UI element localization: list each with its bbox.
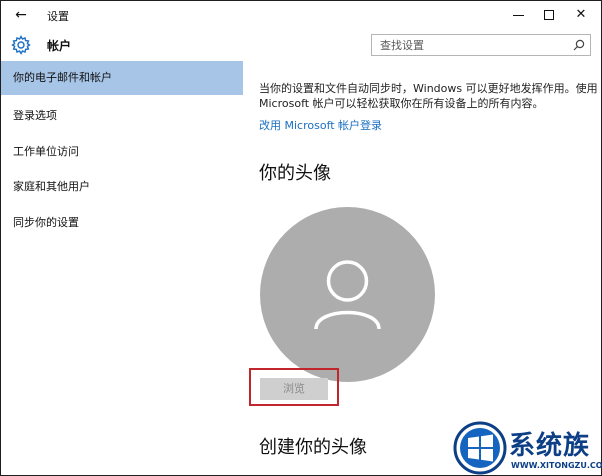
sidebar-item-email-accounts[interactable]: 你的电子邮件和帐户 — [1, 61, 243, 95]
search-box — [371, 34, 591, 56]
watermark: 系统族 WWW.XITONGZU.COM — [453, 419, 602, 476]
user-icon — [314, 260, 381, 330]
sidebar: 你的电子邮件和帐户 登录选项 工作单位访问 家庭和其他用户 同步你的设置 — [1, 61, 243, 475]
minimize-button[interactable] — [509, 5, 529, 25]
change-account-link[interactable]: 改用 Microsoft 帐户登录 — [259, 117, 382, 133]
search-icon[interactable] — [572, 38, 586, 52]
main-content: 当你的设置和文件自动同步时，Windows 可以更好地发挥作用。使用 Micro… — [243, 61, 601, 475]
maximize-icon — [544, 10, 554, 20]
window-title: 设置 — [47, 10, 69, 23]
watermark-brand: 系统族 — [509, 431, 591, 461]
minimize-icon — [513, 15, 524, 16]
sidebar-item-sync-settings[interactable]: 同步你的设置 — [1, 206, 243, 240]
watermark-url: WWW.XITONGZU.COM — [511, 461, 602, 470]
avatar-heading: 你的头像 — [259, 163, 331, 184]
back-arrow-icon[interactable]: ← — [13, 7, 29, 23]
windows-logo-icon — [453, 421, 507, 475]
maximize-button[interactable] — [539, 5, 559, 25]
browse-button[interactable]: 浏览 — [260, 378, 328, 400]
gear-icon — [11, 35, 31, 55]
close-button[interactable]: ✕ — [571, 5, 591, 25]
section-title: 帐户 — [47, 39, 72, 53]
avatar — [260, 207, 435, 382]
title-bar: ← 设置 ✕ — [1, 1, 601, 29]
sidebar-item-work-access[interactable]: 工作单位访问 — [1, 135, 243, 169]
sidebar-item-family-users[interactable]: 家庭和其他用户 — [1, 170, 243, 204]
sync-description: 当你的设置和文件自动同步时，Windows 可以更好地发挥作用。使用 Micro… — [259, 82, 598, 110]
settings-window: ← 设置 ✕ 帐户 你的电子邮件和帐户 登录选项 工作单位访问 家庭和其他用户 … — [0, 0, 602, 476]
search-input[interactable] — [372, 35, 568, 55]
sidebar-item-sign-in-options[interactable]: 登录选项 — [1, 99, 243, 133]
close-icon: ✕ — [575, 7, 587, 22]
create-avatar-heading: 创建你的头像 — [259, 437, 367, 458]
